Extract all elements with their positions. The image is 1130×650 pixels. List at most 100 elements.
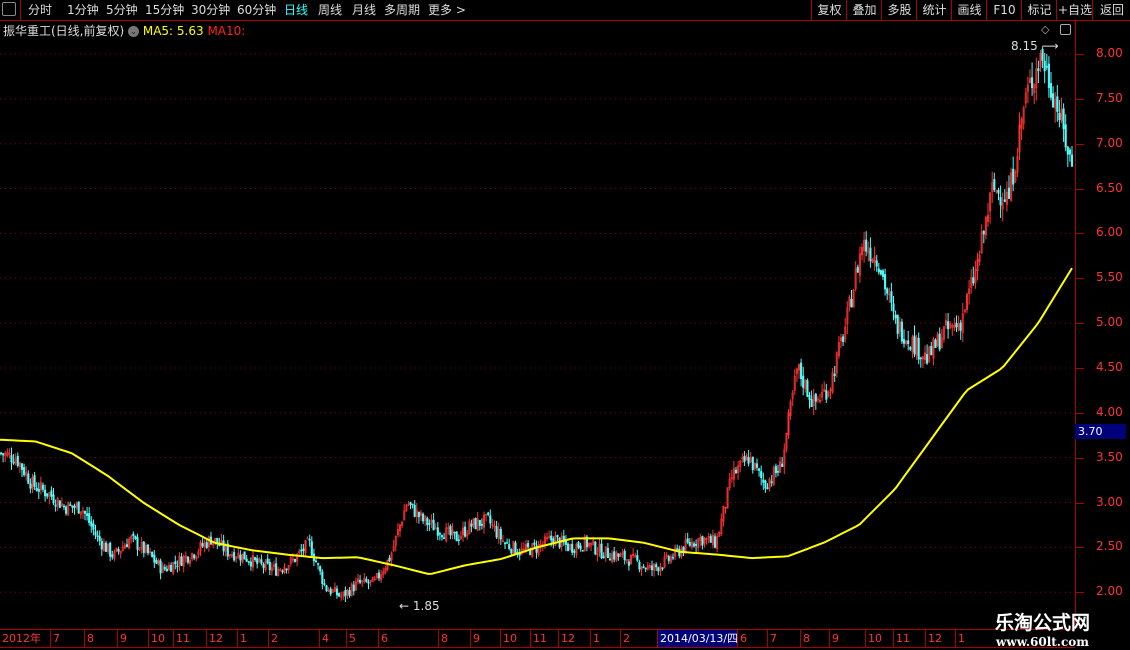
toolbar-button[interactable]: 画线	[951, 0, 987, 20]
candle	[46, 493, 49, 500]
toolbar-button[interactable]: 多股	[881, 0, 917, 20]
candle	[480, 518, 483, 530]
candle	[424, 515, 427, 526]
candle	[33, 472, 36, 491]
candle	[195, 555, 198, 562]
toolbar-button[interactable]: 统计	[916, 0, 952, 20]
period-tab[interactable]: 多周期	[384, 0, 420, 20]
price-tick: 5.00	[1096, 315, 1123, 330]
candle	[701, 535, 704, 550]
candle	[331, 588, 334, 594]
period-tab[interactable]: 周线	[318, 0, 342, 20]
candle	[8, 448, 11, 459]
candle	[716, 533, 719, 552]
period-tab[interactable]: 5分钟	[106, 0, 138, 20]
candle	[581, 550, 584, 552]
candle	[531, 542, 534, 558]
layout-toggle-icon[interactable]	[2, 2, 16, 16]
candle	[10, 447, 13, 470]
candle	[119, 550, 122, 559]
toolbar-button[interactable]: 复权	[811, 0, 847, 20]
price-tick: 5.50	[1096, 270, 1123, 285]
candle	[287, 564, 290, 574]
candle	[986, 203, 990, 227]
candle	[233, 548, 236, 562]
price-chart[interactable]	[0, 21, 1075, 629]
candle	[646, 562, 649, 571]
candle	[636, 549, 639, 563]
candle	[867, 241, 870, 262]
candle	[590, 542, 593, 551]
period-tab[interactable]: 日线	[284, 0, 308, 20]
candle	[279, 567, 282, 572]
candle	[140, 536, 143, 554]
candle	[50, 486, 53, 500]
candle	[974, 260, 977, 289]
period-tab[interactable]: 60分钟	[237, 0, 276, 20]
price-tick: 8.00	[1096, 46, 1123, 60]
candle	[293, 558, 297, 563]
period-tab[interactable]: 30分钟	[191, 0, 230, 20]
candle	[430, 514, 433, 528]
candle	[1024, 87, 1027, 109]
candle	[776, 464, 780, 477]
date-label: 2014/03/13/四	[657, 630, 739, 647]
candle	[338, 592, 341, 598]
date-label: 1	[237, 630, 247, 647]
candle	[896, 314, 899, 339]
candle	[755, 458, 759, 471]
candle	[98, 530, 101, 546]
candle	[39, 476, 42, 495]
toolbar-button[interactable]: 返回	[1092, 0, 1130, 20]
candle	[230, 551, 234, 558]
candle	[205, 539, 208, 550]
candle	[102, 538, 105, 552]
candle	[405, 503, 408, 512]
candle	[629, 554, 633, 565]
candle	[745, 453, 748, 461]
candle	[533, 539, 536, 548]
candle	[161, 562, 164, 573]
candle	[1054, 92, 1057, 123]
candle	[117, 546, 120, 555]
date-label: 12	[558, 630, 575, 647]
price-tick: 4.00	[1096, 404, 1123, 419]
candle	[657, 566, 660, 576]
candle	[573, 548, 576, 558]
candle	[428, 519, 431, 531]
candle	[879, 269, 882, 276]
toolbar-button[interactable]: 标记	[1021, 0, 1057, 20]
candle	[638, 559, 641, 573]
period-tab[interactable]: 1分钟	[67, 0, 99, 20]
candle	[537, 541, 540, 558]
candle	[54, 499, 57, 512]
toolbar-button[interactable]: +自选	[1056, 0, 1093, 20]
candle	[107, 543, 110, 555]
period-tab[interactable]: 15分钟	[145, 0, 184, 20]
date-label: 1	[590, 630, 600, 647]
candle	[396, 523, 399, 538]
candle	[959, 319, 962, 340]
candle	[873, 246, 876, 271]
date-label: 5	[346, 630, 356, 647]
candle	[837, 336, 840, 359]
candle	[963, 309, 966, 314]
period-tab[interactable]: 月线	[352, 0, 376, 20]
candle	[474, 517, 477, 530]
candle	[178, 552, 181, 571]
date-label: 2	[268, 630, 278, 647]
candle	[615, 550, 618, 563]
candle	[65, 505, 68, 516]
toolbar-button[interactable]: F10	[986, 0, 1022, 20]
candle	[199, 539, 202, 556]
toolbar-button[interactable]: 叠加	[846, 0, 882, 20]
candle	[1012, 156, 1015, 192]
candle	[795, 367, 798, 383]
candle	[1060, 97, 1063, 124]
candle	[445, 523, 448, 543]
period-tab[interactable]: 分时	[28, 0, 52, 20]
candle	[732, 460, 735, 488]
candle	[743, 451, 746, 467]
candle	[604, 546, 607, 562]
period-tab[interactable]: 更多 >	[428, 0, 466, 20]
